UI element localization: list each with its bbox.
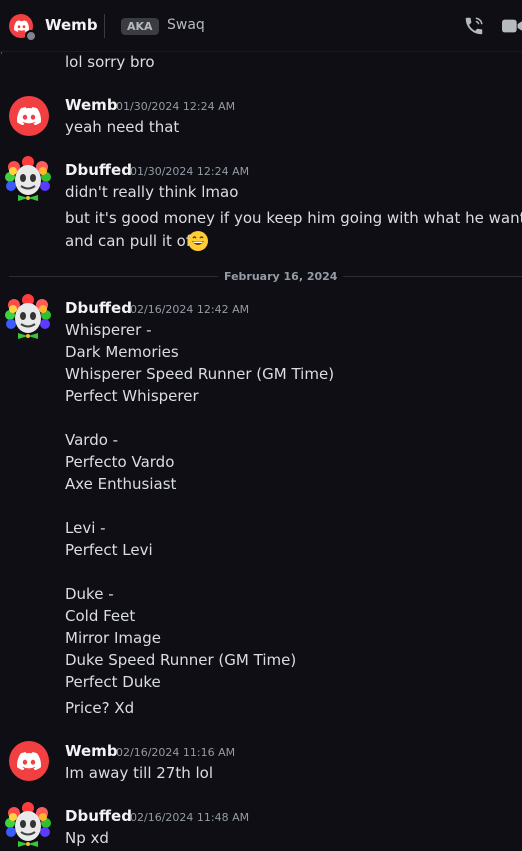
message-text: Vardo - [65, 431, 119, 449]
message-text: Whisperer Speed Runner (GM Time) [65, 365, 335, 383]
message-text: Perfecto Vardo [65, 453, 175, 471]
message-text: Mirror Image [65, 629, 161, 647]
clown-avatar[interactable] [4, 155, 52, 203]
avatar[interactable] [9, 96, 49, 136]
discord-logo-icon [17, 752, 41, 770]
message-text: Levi - [65, 519, 106, 537]
message-text: but it's good money if you keep him goin… [65, 209, 522, 227]
discord-logo-icon [17, 107, 41, 125]
message-text: Np xd [65, 829, 109, 847]
message-text: Perfect Duke [65, 673, 161, 691]
video-call-icon[interactable] [502, 17, 522, 35]
voice-call-icon[interactable] [463, 15, 485, 37]
aka-badge: AKA [121, 18, 159, 35]
message-text: didn't really think lmao [65, 183, 239, 201]
clown-avatar[interactable] [4, 801, 52, 849]
clown-avatar[interactable] [4, 293, 52, 341]
message-text: Price? Xd [65, 699, 135, 717]
dm-title[interactable]: Wemb [45, 16, 98, 34]
message-author[interactable]: Wemb [65, 742, 118, 760]
message-timestamp: 01/30/2024 12:24 AM [116, 100, 236, 113]
message-text: Axe Enthusiast [65, 475, 177, 493]
grinning-face-emoji[interactable] [187, 230, 209, 252]
message-author[interactable]: Dbuffed [65, 299, 132, 317]
message-author[interactable]: Dbuffed [65, 161, 132, 179]
offline-status-indicator [25, 30, 37, 42]
message-timestamp: 01/30/2024 12:24 AM [130, 165, 250, 178]
header-divider [104, 14, 105, 38]
message-text: Perfect Whisperer [65, 387, 199, 405]
message-text: yeah need that [65, 118, 180, 136]
avatar[interactable] [9, 741, 49, 781]
message-author[interactable]: Dbuffed [65, 807, 132, 825]
message-text: Cold Feet [65, 607, 136, 625]
message-text: and can pull it off [65, 232, 197, 250]
aka-name: Swaq [167, 17, 205, 33]
dm-header: Wemb AKA Swaq [0, 0, 522, 52]
discord-logo-icon [13, 20, 29, 32]
message-text: Dark Memories [65, 343, 179, 361]
message-text: Perfect Levi [65, 541, 153, 559]
message-timestamp: 02/16/2024 11:16 AM [116, 746, 236, 759]
date-divider-label: February 16, 2024 [218, 270, 344, 283]
message-text: Im away till 27th lol [65, 764, 214, 782]
message-timestamp: 02/16/2024 11:48 AM [130, 811, 250, 824]
message-timestamp: 02/16/2024 12:42 AM [130, 303, 250, 316]
message-text: lol sorry bro [65, 53, 155, 71]
message-author[interactable]: Wemb [65, 96, 118, 114]
message-text: Duke - [65, 585, 114, 603]
message-text: Duke Speed Runner (GM Time) [65, 651, 297, 669]
message-text: Whisperer - [65, 321, 152, 339]
